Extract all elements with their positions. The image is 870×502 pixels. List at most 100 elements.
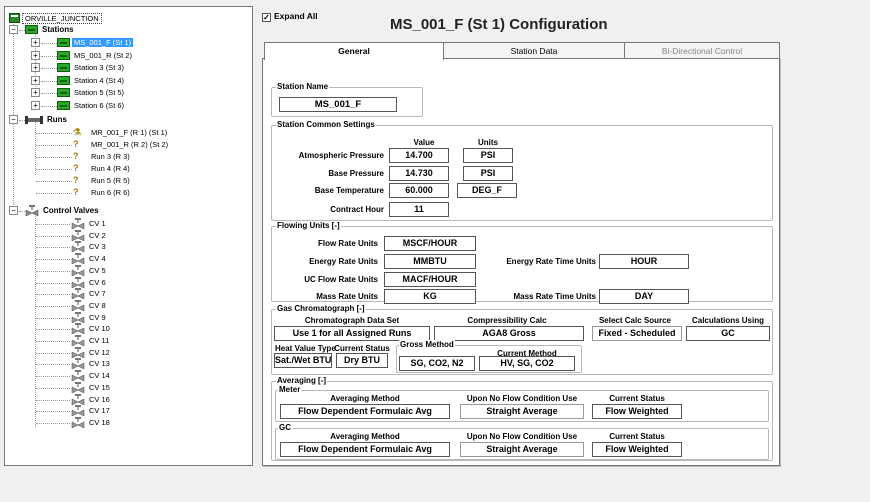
calculations-using-value[interactable]: GC: [686, 326, 770, 341]
tree-run-label: Run 5 (R 5): [91, 176, 130, 185]
tree-station-item[interactable]: Station 3 (St 3): [57, 62, 126, 73]
uc-flow-rate-units-value[interactable]: MACF/HOUR: [384, 272, 476, 287]
tree-valve-label: CV 4: [89, 254, 106, 264]
tree-valve-label: CV 8: [89, 300, 106, 310]
atmospheric-pressure-units[interactable]: PSI: [463, 148, 513, 163]
tree-station-item[interactable]: Station 5 (St 5): [57, 87, 126, 98]
tree-valve-item[interactable]: CV 4: [71, 253, 108, 265]
tab-bidirectional-control[interactable]: Bi-Directional Control: [624, 42, 780, 58]
tree-run-item[interactable]: ? Run 4 (R 4): [73, 163, 132, 174]
chromatograph-data-set-value[interactable]: Use 1 for all Assigned Runs: [274, 326, 430, 341]
base-temperature-units[interactable]: DEG_F: [457, 183, 517, 198]
select-calc-source-value[interactable]: Fixed - Scheduled: [592, 326, 682, 341]
tree-station-label: Station 5 (St 5): [74, 88, 125, 97]
mass-rate-units-value[interactable]: KG: [384, 289, 476, 304]
tree-valve-item[interactable]: CV 18: [71, 416, 112, 428]
meter-icon: ⚗: [73, 127, 82, 137]
energy-rate-units-label: Energy Rate Units: [309, 257, 378, 266]
station-expander[interactable]: +: [31, 38, 40, 47]
meter-no-flow-value[interactable]: Straight Average: [460, 404, 584, 419]
tree-valve-item[interactable]: CV 6: [71, 276, 108, 288]
stations-expander[interactable]: −: [9, 25, 18, 34]
tree-station-label: MS_001_R (St 2): [74, 50, 132, 60]
tree-valve-item[interactable]: CV 7: [71, 288, 108, 300]
stations-label: Stations: [42, 25, 74, 34]
base-temperature-value[interactable]: 60.000: [389, 183, 449, 198]
flow-rate-units-value[interactable]: MSCF/HOUR: [384, 236, 476, 251]
tab-station-data[interactable]: Station Data: [443, 42, 625, 58]
station-expander[interactable]: +: [31, 50, 40, 60]
atmospheric-pressure-value[interactable]: 14.700: [389, 148, 449, 163]
gross-method-value[interactable]: SG, CO2, N2: [399, 356, 475, 371]
tree-valve-item[interactable]: CV 12: [71, 346, 112, 358]
tree-run-item[interactable]: ? Run 3 (R 3): [73, 151, 132, 162]
gc-averaging-method-value[interactable]: Flow Dependent Formulaic Avg: [280, 442, 450, 457]
runs-expander[interactable]: −: [9, 115, 18, 124]
tree-root[interactable]: ORVILLE_JUNCTION: [9, 13, 102, 24]
gas-chromatograph-heading: Gas Chromatograph [-]: [276, 304, 366, 313]
tree-valve-item[interactable]: CV 9: [71, 311, 108, 323]
tree-valve-item[interactable]: CV 13: [71, 358, 112, 370]
tree-valve-label: CV 10: [89, 324, 110, 334]
tree-station-item[interactable]: Station 4 (St 4): [57, 75, 126, 86]
valve-icon: [71, 370, 85, 382]
tree-valve-item[interactable]: CV 10: [71, 323, 112, 335]
gc-averaging-group: GC Averaging Method Flow Dependent Formu…: [275, 423, 769, 460]
tree-valve-item[interactable]: CV 2: [71, 229, 108, 241]
tree-run-label: Run 4 (R 4): [91, 164, 130, 173]
tree-station-item[interactable]: Station 6 (St 6): [57, 100, 126, 111]
meter-current-status-value[interactable]: Flow Weighted: [592, 404, 682, 419]
tree-valve-item[interactable]: CV 8: [71, 299, 108, 311]
current-method-value[interactable]: HV, SG, CO2: [479, 356, 575, 371]
base-temperature-label: Base Temperature: [314, 186, 384, 195]
energy-rate-units-value[interactable]: MMBTU: [384, 254, 476, 269]
base-pressure-units[interactable]: PSI: [463, 166, 513, 181]
tree-run-item[interactable]: ⚗ MR_001_F (R 1) (St 1): [73, 127, 169, 138]
tree-valve-item[interactable]: CV 3: [71, 241, 108, 253]
tab-general[interactable]: General: [264, 42, 444, 60]
tree-valve-item[interactable]: CV 14: [71, 370, 112, 382]
station-expander[interactable]: +: [31, 100, 40, 110]
gc-current-status-value[interactable]: Flow Weighted: [592, 442, 682, 457]
gc-current-status-label: Current Status: [609, 432, 665, 441]
compressibility-calc-label: Compressibility Calc: [467, 316, 547, 325]
energy-rate-time-units-label: Energy Rate Time Units: [506, 257, 596, 266]
station-icon: [57, 38, 70, 47]
current-status-value[interactable]: Dry BTU: [336, 353, 388, 368]
valves-expander[interactable]: −: [9, 206, 18, 215]
tree-station-item[interactable]: MS_001_F (St 1): [57, 37, 134, 48]
tree-stations-node[interactable]: Stations: [25, 24, 76, 35]
tree-valve-item[interactable]: CV 16: [71, 393, 112, 405]
tree-valves-node[interactable]: Control Valves: [25, 205, 101, 216]
station-name-group: Station Name MS_001_F: [271, 82, 423, 117]
tree-station-item[interactable]: MS_001_R (St 2): [57, 50, 134, 61]
unknown-run-icon: ?: [73, 175, 79, 185]
gc-no-flow-value[interactable]: Straight Average: [460, 442, 584, 457]
tree-valve-item[interactable]: CV 1: [71, 218, 108, 229]
tree-valve-item[interactable]: CV 17: [71, 405, 112, 417]
station-expander[interactable]: +: [31, 88, 40, 97]
station-name-field[interactable]: MS_001_F: [279, 97, 397, 112]
tree-runs-node[interactable]: Runs: [25, 114, 69, 125]
expand-all-checkbox[interactable]: ✓ Expand All: [262, 11, 318, 22]
contract-hour-value[interactable]: 11: [389, 202, 449, 217]
station-icon: [57, 63, 70, 72]
tree-run-item[interactable]: ? Run 6 (R 6): [73, 187, 132, 198]
tree-valve-item[interactable]: CV 15: [71, 381, 112, 393]
heat-value-type-value[interactable]: Sat./Wet BTU: [274, 353, 332, 368]
meter-averaging-method-value[interactable]: Flow Dependent Formulaic Avg: [280, 404, 450, 419]
base-pressure-value[interactable]: 14.730: [389, 166, 449, 181]
compressibility-calc-value[interactable]: AGA8 Gross: [434, 326, 584, 341]
tree-run-item[interactable]: ? Run 5 (R 5): [73, 175, 132, 186]
energy-rate-time-units-value[interactable]: HOUR: [599, 254, 689, 269]
station-tree[interactable]: ORVILLE_JUNCTION − Stations − Runs − Con…: [4, 6, 253, 466]
station-expander[interactable]: +: [31, 63, 40, 72]
tree-run-item[interactable]: ? MR_001_R (R 2) (St 2): [73, 139, 170, 150]
valve-icon: [71, 405, 85, 417]
tree-valve-item[interactable]: CV 5: [71, 264, 108, 276]
runs-label: Runs: [47, 115, 67, 124]
mass-rate-time-units-value[interactable]: DAY: [599, 289, 689, 304]
station-expander[interactable]: +: [31, 75, 40, 85]
tree-valve-item[interactable]: CV 11: [71, 335, 111, 346]
tree-valve-label: CV 2: [89, 230, 106, 240]
